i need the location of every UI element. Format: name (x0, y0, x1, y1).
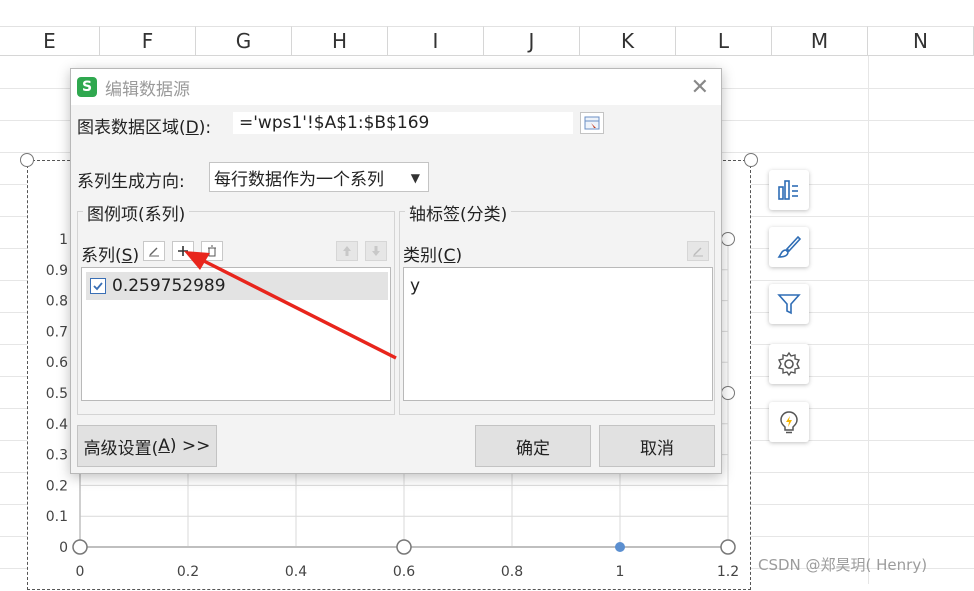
watermark: CSDN @郑昊玥( Henry) (758, 556, 928, 574)
annotation-arrow (184, 251, 397, 360)
annotation-arrow-shaft (197, 256, 397, 360)
